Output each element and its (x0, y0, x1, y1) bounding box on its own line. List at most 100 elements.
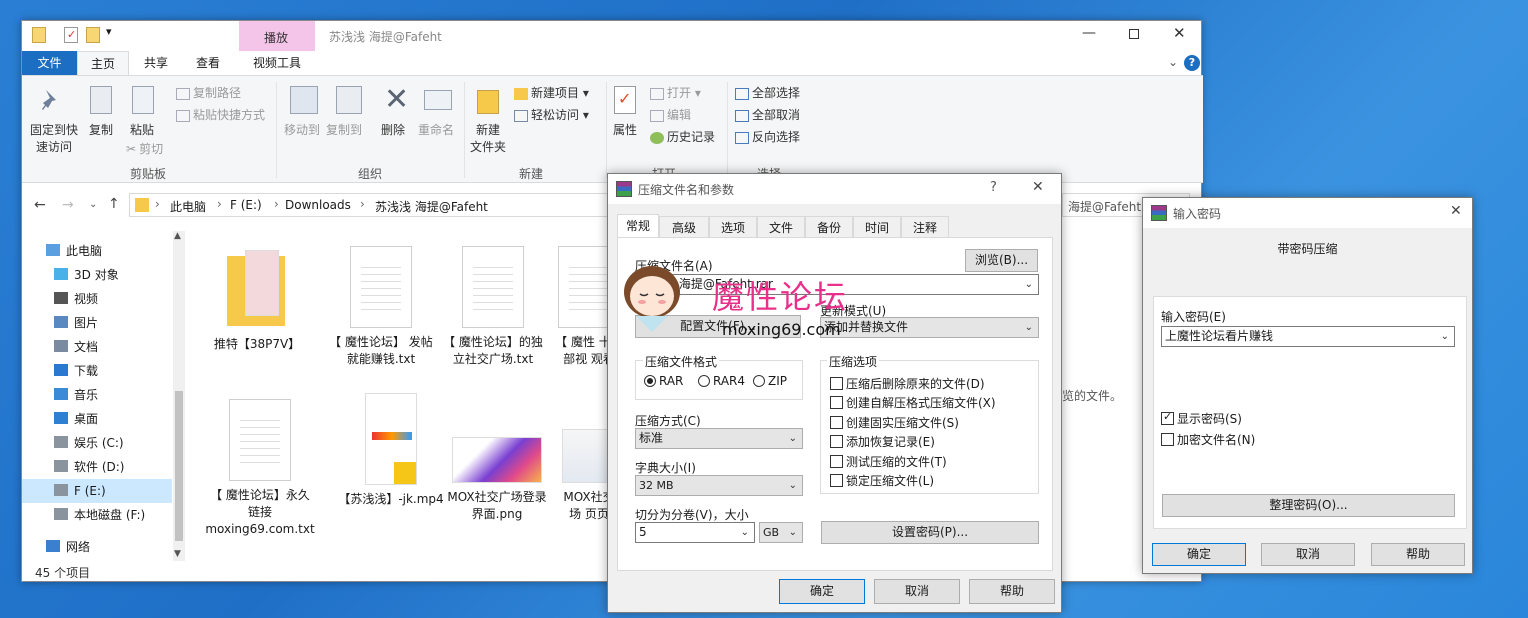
breadcrumb-downloads[interactable]: Downloads (285, 198, 351, 212)
list-item[interactable]: 【 魔性论坛】 发帖就能赚钱.txt (326, 246, 436, 368)
recent-locations-icon[interactable]: ⌄ (89, 199, 97, 210)
option-test[interactable]: 测试压缩的文件(T) (830, 453, 947, 470)
cancel-button[interactable]: 取消 (1261, 543, 1355, 566)
format-rar-radio[interactable]: RAR (644, 374, 683, 388)
ok-button[interactable]: 确定 (779, 579, 865, 604)
select-all-button[interactable]: 全部选择 (735, 84, 800, 101)
forward-icon[interactable]: → (62, 197, 74, 213)
scroll-thumb[interactable] (175, 391, 183, 541)
password-field[interactable]: 上魔性论坛看片赚钱 ⌄ (1161, 326, 1455, 347)
minimize-icon[interactable]: — (1082, 25, 1096, 41)
tab-view[interactable]: 查看 (184, 51, 232, 75)
close-icon[interactable]: ✕ (1032, 179, 1044, 195)
easy-access-button[interactable]: 轻松访问 ▾ (514, 106, 589, 123)
format-rar4-radio[interactable]: RAR4 (698, 374, 745, 388)
browse-button[interactable]: 浏览(B)... (965, 249, 1038, 272)
invert-selection-button[interactable]: 反向选择 (735, 128, 800, 145)
sidebar-item[interactable]: 图片 (54, 311, 98, 335)
new-folder-button[interactable]: 新建 (476, 121, 500, 138)
close-icon[interactable]: ✕ (1450, 203, 1462, 219)
sidebar-item[interactable]: 桌面 (54, 407, 98, 431)
breadcrumb-drive[interactable]: F (E:) (230, 198, 262, 212)
tab-advanced[interactable]: 高级 (659, 216, 709, 238)
list-item[interactable]: MOX社交广场登录界面.png (442, 437, 552, 523)
organize-passwords-button[interactable]: 整理密码(O)... (1162, 494, 1455, 517)
dictionary-select[interactable]: 32 MB ⌄ (635, 475, 803, 496)
breadcrumb-this-pc[interactable]: 此电脑 (170, 198, 206, 215)
tab-video-tools[interactable]: 视频工具 (239, 51, 315, 75)
tab-comment[interactable]: 注释 (901, 216, 949, 238)
list-item[interactable]: 【 魔性论坛】的独立社交广场.txt (438, 246, 548, 368)
sidebar-item[interactable]: 下载 (54, 359, 98, 383)
encrypt-filenames-checkbox[interactable]: 加密文件名(N) (1161, 431, 1255, 448)
new-item-button[interactable]: 新建项目 ▾ (514, 84, 589, 101)
history-button[interactable]: 历史记录 (650, 128, 715, 145)
sidebar-item[interactable]: 娱乐 (C:) (54, 431, 124, 455)
option-delete-after[interactable]: 压缩后删除原来的文件(D) (830, 375, 985, 392)
new-folder-quick-icon[interactable] (86, 27, 100, 43)
edit-button[interactable]: 编辑 (650, 106, 691, 123)
expand-ribbon-icon[interactable]: ⌄ (1168, 55, 1178, 69)
list-item[interactable]: 【苏浅浅】-jk.mp4 (336, 393, 446, 508)
rename-button[interactable]: 重命名 (418, 121, 454, 138)
option-solid[interactable]: 创建固实压缩文件(S) (830, 414, 959, 431)
open-button[interactable]: 打开 ▾ (650, 84, 701, 101)
scroll-up-icon[interactable]: ▲ (174, 231, 181, 241)
ok-button[interactable]: 确定 (1152, 543, 1246, 566)
address-bar[interactable]: › 此电脑 › F (E:) › Downloads › 苏浅浅 海提@Fafe… (129, 193, 609, 217)
sidebar-item[interactable]: 3D 对象 (54, 263, 119, 287)
list-item[interactable]: 【 魔性论坛】永久链接 moxing69.com.txt (205, 399, 315, 538)
tab-time[interactable]: 时间 (853, 216, 901, 238)
tab-home[interactable]: 主页 (77, 51, 129, 76)
maximize-icon[interactable] (1129, 29, 1139, 39)
sidebar-item[interactable]: 视频 (54, 287, 98, 311)
move-to-button[interactable]: 移动到 (284, 121, 320, 138)
sidebar-item[interactable]: 此电脑 (46, 239, 102, 263)
copy-to-button[interactable]: 复制到 (326, 121, 362, 138)
cancel-button[interactable]: 取消 (874, 579, 960, 604)
scroll-down-icon[interactable]: ▼ (174, 549, 181, 559)
sidebar-item[interactable]: 本地磁盘 (F:) (54, 503, 145, 527)
help-button[interactable]: 帮助 (1371, 543, 1465, 566)
cut-button[interactable]: ✂ 剪切 (126, 140, 163, 157)
tab-share[interactable]: 共享 (132, 51, 180, 75)
option-recovery[interactable]: 添加恢复记录(E) (830, 433, 935, 450)
quick-access-dropdown-icon[interactable]: ▾ (106, 25, 112, 38)
update-mode-select[interactable]: 添加并替换文件 ⌄ (820, 317, 1039, 338)
help-icon[interactable]: ? (1184, 55, 1200, 71)
tab-file[interactable]: 文件 (22, 51, 77, 75)
split-size-field[interactable]: 5 ⌄ (635, 522, 755, 543)
sidebar-item[interactable]: 网络 (46, 535, 90, 559)
properties-button[interactable]: 属性 (613, 121, 637, 138)
delete-button[interactable]: 删除 (381, 121, 405, 138)
split-unit-select[interactable]: GB ⌄ (759, 522, 803, 543)
help-button[interactable]: 帮助 (969, 579, 1055, 604)
sidebar-item[interactable]: 音乐 (54, 383, 98, 407)
copy-path-button[interactable]: 复制路径 (176, 84, 241, 101)
sidebar-item[interactable]: 文档 (54, 335, 98, 359)
tab-backup[interactable]: 备份 (805, 216, 853, 238)
show-password-checkbox[interactable]: ✓ 显示密码(S) (1161, 410, 1242, 427)
paste-button[interactable]: 粘贴 (130, 121, 154, 138)
tab-options[interactable]: 选项 (709, 216, 757, 238)
method-select[interactable]: 标准 ⌄ (635, 428, 803, 449)
paste-shortcut-button[interactable]: 粘贴快捷方式 (176, 106, 265, 123)
sidebar-item[interactable]: F (E:) (22, 479, 172, 503)
format-zip-radio[interactable]: ZIP (753, 374, 787, 388)
help-glyph[interactable]: ? (990, 180, 997, 195)
select-none-button[interactable]: 全部取消 (735, 106, 800, 123)
option-sfx[interactable]: 创建自解压格式压缩文件(X) (830, 394, 996, 411)
sidebar-item[interactable]: 软件 (D:) (54, 455, 124, 479)
copy-button[interactable]: 复制 (89, 121, 113, 138)
back-icon[interactable]: ← (34, 197, 46, 213)
breadcrumb-current[interactable]: 苏浅浅 海提@Fafeht (375, 198, 488, 215)
tab-files[interactable]: 文件 (757, 216, 805, 238)
tab-general[interactable]: 常规 (617, 214, 659, 238)
nav-scrollbar[interactable]: ▲ ▼ (173, 231, 185, 561)
up-icon[interactable]: ↑ (108, 196, 120, 212)
close-icon[interactable]: ✕ (1173, 24, 1186, 42)
option-lock[interactable]: 锁定压缩文件(L) (830, 472, 934, 489)
pin-quick-access-button[interactable]: 固定到快 (30, 121, 78, 138)
set-password-button[interactable]: 设置密码(P)... (821, 521, 1039, 544)
properties-quick-icon[interactable]: ✓ (64, 27, 78, 43)
